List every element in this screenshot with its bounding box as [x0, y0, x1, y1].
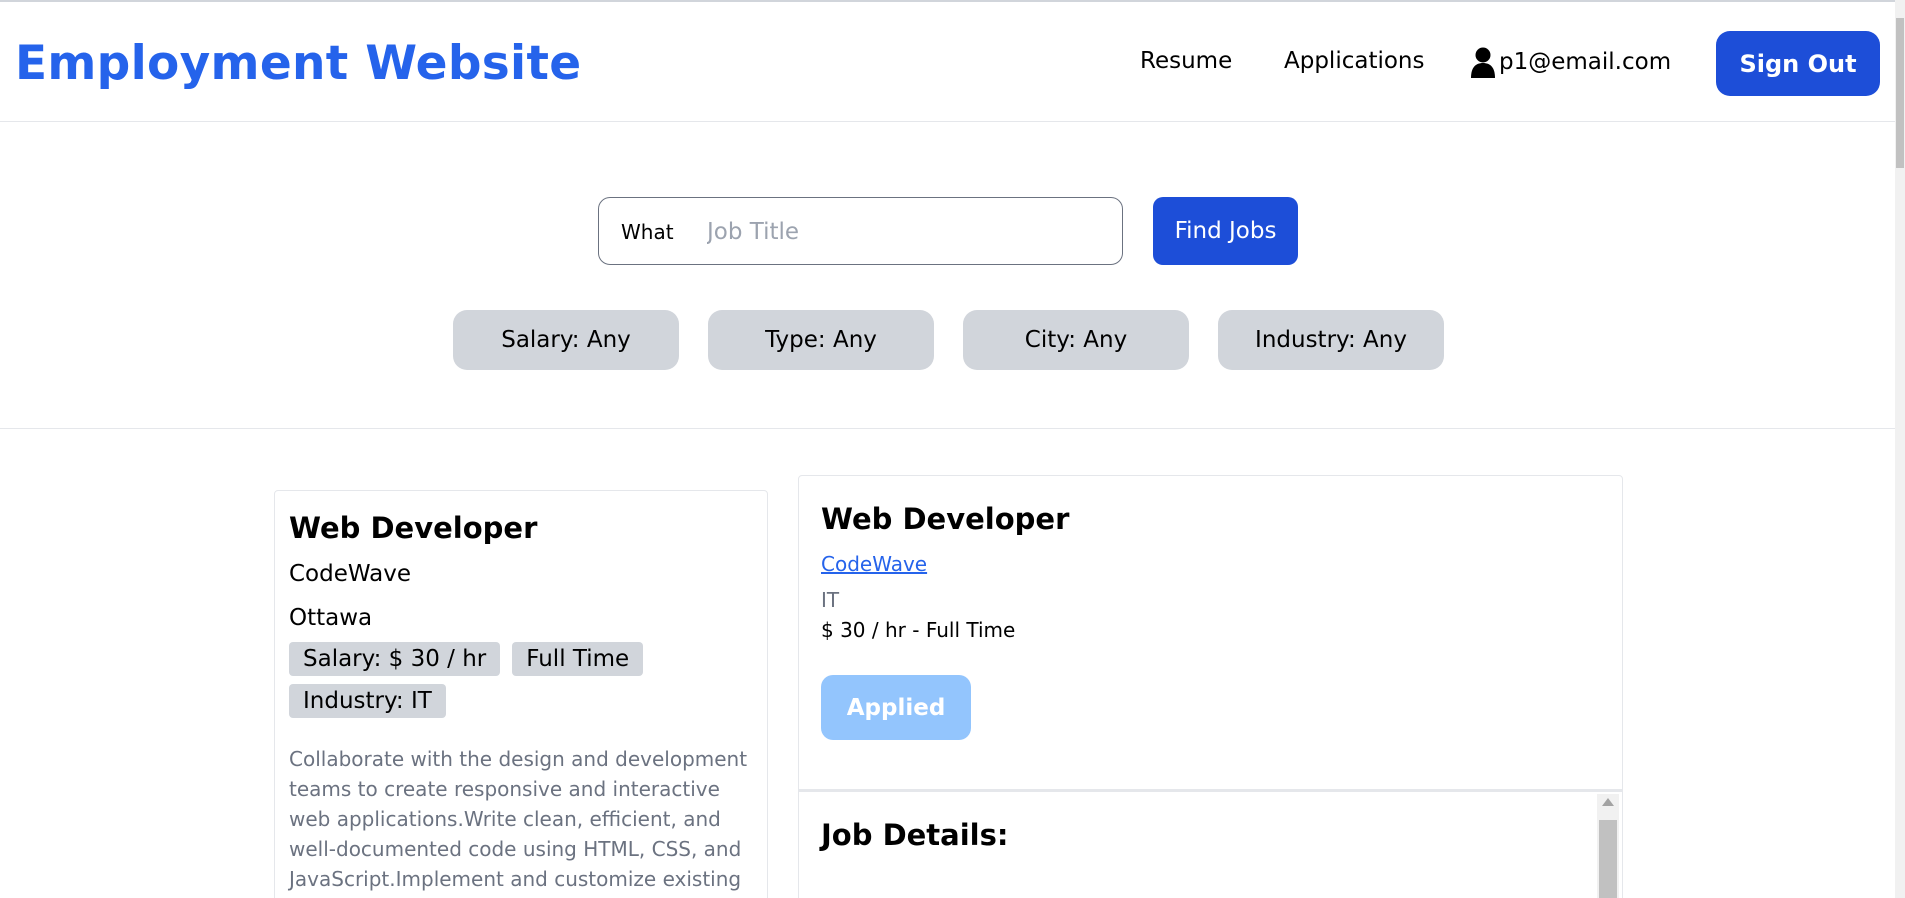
job-detail-company-link[interactable]: CodeWave	[821, 552, 927, 576]
filter-industry[interactable]: Industry: Any	[1218, 310, 1444, 370]
job-card[interactable]: Web Developer CodeWave Ottawa Salary: $ …	[274, 490, 768, 898]
job-title-input[interactable]	[707, 210, 1107, 254]
user-account[interactable]: p1@email.com	[1470, 46, 1671, 78]
filter-city[interactable]: City: Any	[963, 310, 1189, 370]
job-card-company: CodeWave	[289, 561, 412, 587]
filter-type[interactable]: Type: Any	[708, 310, 934, 370]
job-details-scrollbar[interactable]	[1597, 794, 1619, 898]
section-divider	[0, 428, 1895, 429]
applied-button: Applied	[821, 675, 971, 740]
filter-salary[interactable]: Salary: Any	[453, 310, 679, 370]
search-what-label: What	[621, 220, 674, 244]
job-type-tag: Full Time	[512, 642, 644, 676]
user-email: p1@email.com	[1499, 49, 1672, 75]
detail-separator	[799, 789, 1622, 792]
salary-tag: Salary: $ 30 / hr	[289, 642, 501, 676]
job-card-title: Web Developer	[289, 511, 538, 545]
nav-applications-link[interactable]: Applications	[1284, 48, 1425, 74]
site-header: Employment Website Resume Applications p…	[0, 2, 1895, 122]
sign-out-button[interactable]: Sign Out	[1716, 31, 1880, 96]
nav-resume-link[interactable]: Resume	[1140, 48, 1232, 74]
job-card-tags: Salary: $ 30 / hr Full Time Industry: IT	[289, 642, 759, 726]
industry-tag: Industry: IT	[289, 684, 446, 718]
job-detail-panel: Web Developer CodeWave IT $ 30 / hr - Fu…	[798, 475, 1623, 898]
job-detail-salary-type: $ 30 / hr - Full Time	[821, 618, 1016, 642]
job-detail-industry: IT	[821, 588, 840, 612]
site-brand[interactable]: Employment Website	[15, 36, 581, 91]
job-card-city: Ottawa	[289, 605, 373, 631]
page-scroll-thumb[interactable]	[1896, 18, 1904, 168]
scroll-up-arrow-icon[interactable]	[1602, 798, 1614, 806]
job-search-box: What	[598, 197, 1123, 265]
page-scrollbar[interactable]	[1895, 0, 1905, 898]
job-details-scroll-thumb[interactable]	[1599, 820, 1617, 898]
find-jobs-button[interactable]: Find Jobs	[1153, 197, 1298, 265]
job-card-description: Collaborate with the design and developm…	[289, 747, 748, 898]
job-details-heading: Job Details:	[821, 818, 1009, 852]
job-detail-title: Web Developer	[821, 502, 1070, 536]
user-icon	[1471, 47, 1495, 78]
